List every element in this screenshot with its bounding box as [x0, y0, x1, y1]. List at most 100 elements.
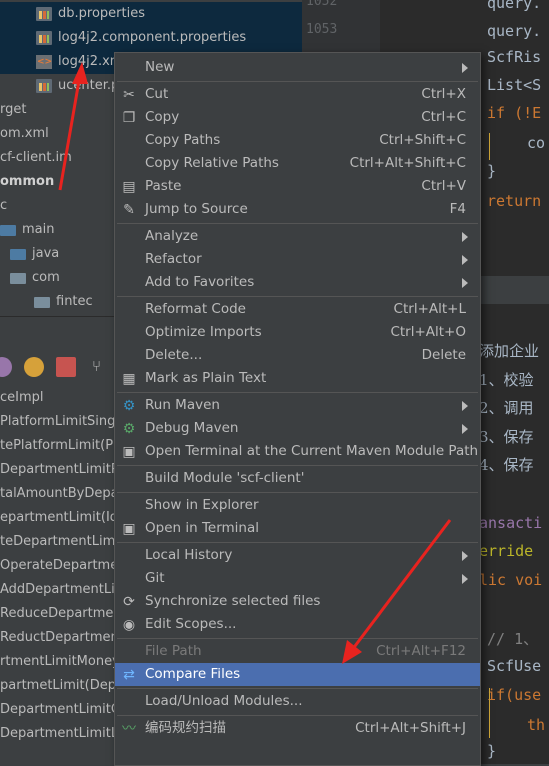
menu-item-jump-to-source[interactable]: ✎ Jump to Source F4: [115, 198, 480, 221]
code-line: query.: [487, 22, 542, 40]
menu-item-new[interactable]: New: [115, 56, 480, 79]
menu-item-open-terminal-at-the-current-maven-module-path[interactable]: ▣ Open Terminal at the Current Maven Modu…: [115, 440, 480, 463]
menu-item-shortcut: Ctrl+Alt+F12: [376, 643, 466, 659]
submenu-arrow-icon: [462, 278, 468, 288]
menu-item-shortcut: Ctrl+Alt+O: [390, 324, 466, 340]
menu-item-label: Mark as Plain Text: [145, 370, 267, 386]
menu-separator: [117, 392, 478, 393]
menu-item-label: Jump to Source: [145, 201, 248, 217]
terminal-icon: ▣: [122, 444, 136, 460]
comment-line: 2、调用: [479, 399, 534, 417]
menu-item-copy-paths[interactable]: Copy Paths Ctrl+Shift+C: [115, 129, 480, 152]
menu-item-shortcut: Ctrl+X: [421, 86, 466, 102]
code-line: lic voi: [479, 571, 543, 589]
menu-item-label: Delete...: [145, 347, 203, 363]
code-line: th: [527, 716, 546, 734]
menu-item-label: Copy: [145, 109, 180, 125]
comment-line: 1、校验: [479, 371, 534, 389]
indent-guide: [489, 133, 490, 160]
menu-item-analyze[interactable]: Analyze: [115, 225, 480, 248]
menu-item-run-maven[interactable]: ⚙ Run Maven: [115, 394, 480, 417]
menu-item-delete[interactable]: Delete... Delete: [115, 344, 480, 367]
menu-item-edit-scopes[interactable]: ◉ Edit Scopes...: [115, 613, 480, 636]
menu-item-label: Git: [145, 570, 165, 586]
code-line: }: [487, 162, 497, 180]
sync-icon: ⟳: [123, 594, 135, 610]
code-scan-icon: 〰: [122, 721, 136, 737]
menu-separator: [117, 465, 478, 466]
menu-item-show-in-explorer[interactable]: Show in Explorer: [115, 494, 480, 517]
code-line: ScfRis: [487, 48, 542, 66]
menu-item-label: Copy Paths: [145, 132, 221, 148]
code-line: List<S: [487, 76, 542, 94]
menu-separator: [117, 542, 478, 543]
menu-item-label: File Path: [145, 643, 202, 659]
menu-item-label: Show in Explorer: [145, 497, 259, 513]
menu-item-debug-maven[interactable]: ⚙ Debug Maven: [115, 417, 480, 440]
submenu-arrow-icon: [462, 551, 468, 561]
code-line: if(use: [487, 686, 542, 704]
submenu-arrow-icon: [462, 255, 468, 265]
menu-item-label: Local History: [145, 547, 233, 563]
menu-item-code-scan[interactable]: 〰编码规约扫描 Ctrl+Alt+Shift+J: [115, 717, 480, 740]
menu-item-label: Debug Maven: [145, 420, 239, 436]
menu-item-shortcut: Ctrl+Alt+Shift+C: [349, 155, 466, 171]
menu-item-label: Refactor: [145, 251, 202, 267]
code-line: return: [487, 192, 542, 210]
menu-separator: [117, 492, 478, 493]
submenu-arrow-icon: [462, 424, 468, 434]
comment-line: 4、保存: [479, 456, 534, 474]
menu-item-reformat-code[interactable]: Reformat Code Ctrl+Alt+L: [115, 298, 480, 321]
code-line: co: [527, 134, 546, 152]
code-line: // 1、: [487, 630, 539, 648]
menu-item-copy[interactable]: ❐ Copy Ctrl+C: [115, 106, 480, 129]
menu-separator: [117, 296, 478, 297]
menu-item-label: Build Module 'scf-client': [145, 470, 305, 486]
menu-item-label: Compare Files: [145, 666, 241, 682]
menu-item-shortcut: Delete: [421, 347, 466, 363]
menu-item-label: Edit Scopes...: [145, 616, 237, 632]
menu-item-label: Open Terminal at the Current Maven Modul…: [145, 443, 479, 459]
menu-item-synchronize-selected-files[interactable]: ⟳ Synchronize selected files: [115, 590, 480, 613]
comment-line: 添加企业: [479, 342, 540, 360]
code-line: query.: [487, 0, 542, 12]
code-line: ScfUse: [487, 657, 542, 675]
code-line: erride: [479, 542, 534, 560]
code-line: if (!E: [487, 104, 542, 122]
terminal-icon: ▣: [122, 521, 136, 537]
menu-separator: [117, 688, 478, 689]
compare-icon: ⇄: [123, 667, 135, 683]
code-line: }: [487, 742, 497, 760]
menu-item-label: 编码规约扫描: [145, 720, 226, 736]
menu-item-load-unload-modules[interactable]: Load/Unload Modules...: [115, 690, 480, 713]
menu-item-label: Load/Unload Modules...: [145, 693, 303, 709]
indent-guide: [489, 688, 490, 738]
copy-icon: ❐: [122, 110, 136, 126]
menu-item-mark-as-plain-text[interactable]: ▦ Mark as Plain Text: [115, 367, 480, 390]
menu-item-local-history[interactable]: Local History: [115, 544, 480, 567]
menu-item-paste[interactable]: ▤ Paste Ctrl+V: [115, 175, 480, 198]
menu-item-copy-relative-paths[interactable]: Copy Relative Paths Ctrl+Alt+Shift+C: [115, 152, 480, 175]
menu-item-cut[interactable]: ✂ Cut Ctrl+X: [115, 83, 480, 106]
menu-item-refactor[interactable]: Refactor: [115, 248, 480, 271]
menu-item-build-module-scf-client[interactable]: Build Module 'scf-client': [115, 467, 480, 490]
menu-item-shortcut: Ctrl+Alt+L: [393, 301, 466, 317]
menu-item-label: Synchronize selected files: [145, 593, 321, 609]
menu-item-compare-files[interactable]: ⇄ Compare Files: [115, 663, 480, 686]
scissors-icon: ✂: [123, 87, 135, 103]
menu-item-label: Open in Terminal: [145, 520, 259, 536]
plain-text-icon: ▦: [122, 371, 136, 387]
menu-item-label: Paste: [145, 178, 182, 194]
menu-item-shortcut: Ctrl+V: [421, 178, 466, 194]
menu-item-open-in-terminal[interactable]: ▣ Open in Terminal: [115, 517, 480, 540]
menu-item-git[interactable]: Git: [115, 567, 480, 590]
submenu-arrow-icon: [462, 63, 468, 73]
menu-item-shortcut: Ctrl+Alt+Shift+J: [355, 720, 466, 736]
pencil-icon: ✎: [123, 202, 135, 218]
scopes-icon: ◉: [122, 617, 136, 633]
menu-item-add-to-favorites[interactable]: Add to Favorites: [115, 271, 480, 294]
menu-item-shortcut: Ctrl+C: [421, 109, 466, 125]
submenu-arrow-icon: [462, 401, 468, 411]
menu-item-optimize-imports[interactable]: Optimize Imports Ctrl+Alt+O: [115, 321, 480, 344]
comment-line: 3、保存: [479, 428, 534, 446]
